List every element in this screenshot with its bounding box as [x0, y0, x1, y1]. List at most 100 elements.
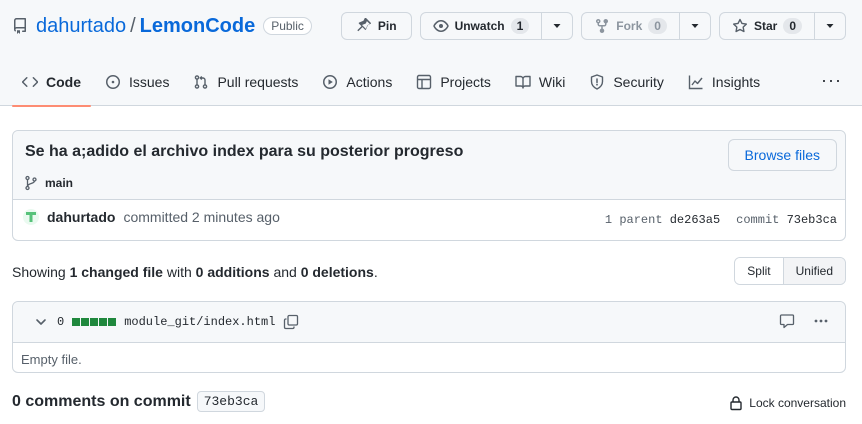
file-actions	[779, 313, 829, 329]
book-icon	[515, 74, 531, 90]
unwatch-label: Unwatch	[454, 19, 505, 33]
kebab-horizontal-icon[interactable]	[813, 313, 829, 329]
tab-label: Insights	[711, 74, 761, 90]
star-icon	[732, 18, 748, 34]
graph-icon	[688, 74, 704, 90]
caret-down-icon	[552, 21, 562, 31]
commit-sha-row: 1 parent de263a5 commit 73eb3ca	[605, 213, 837, 227]
unwatch-dropdown[interactable]	[541, 13, 572, 39]
file-body: Empty file.	[21, 352, 82, 367]
comment-icon[interactable]	[779, 313, 795, 329]
fork-button[interactable]: Fork 0	[581, 12, 711, 40]
tab-security[interactable]: Security	[579, 58, 674, 106]
fork-label: Fork	[616, 19, 643, 33]
tab-issues[interactable]: Issues	[95, 58, 179, 106]
tab-pull-requests[interactable]: Pull requests	[183, 58, 308, 106]
eye-icon	[432, 18, 449, 34]
comments-sha: 73eb3ca	[196, 391, 266, 412]
issue-icon	[105, 74, 121, 90]
file-path-link[interactable]: module_git/index.html	[124, 315, 275, 329]
commit-author[interactable]: dahurtado	[47, 209, 115, 225]
parent-sha-link[interactable]: de263a5	[670, 213, 720, 227]
repo-owner-link[interactable]: dahurtado	[36, 15, 126, 38]
caret-down-icon	[690, 21, 700, 31]
commit-title: Se ha a;adido el archivo index para su p…	[25, 143, 464, 160]
fork-icon	[594, 18, 610, 34]
git-branch-icon	[23, 175, 39, 191]
stats-with: with	[166, 264, 192, 280]
visibility-badge: Public	[263, 17, 312, 35]
tab-label: Actions	[346, 74, 393, 90]
tab-label: Wiki	[538, 74, 566, 90]
pull-request-icon	[193, 74, 209, 90]
stats-deletions: 0 deletions	[300, 264, 374, 280]
tab-label: Pull requests	[217, 74, 299, 90]
commit-meta: dahurtado committed 2 minutes ago	[23, 209, 280, 225]
comments-label: 0 comments on commit	[12, 392, 191, 410]
commit-action-text: committed 2 minutes ago	[123, 209, 280, 225]
repo-icon	[12, 18, 28, 34]
diffstat-bar	[72, 318, 117, 326]
lock-conversation-button[interactable]: Lock conversation	[728, 395, 846, 411]
repo-header: dahurtado / LemonCode Public Pin Unwatch…	[0, 0, 862, 107]
branch-label[interactable]: main	[23, 175, 73, 191]
tab-projects[interactable]: Projects	[406, 58, 501, 106]
stats-period: .	[373, 264, 378, 280]
file-header: 0 module_git/index.html	[13, 302, 845, 343]
pin-label: Pin	[377, 19, 397, 33]
lock-icon	[728, 395, 744, 411]
repo-nav: Code Issues Pull requests Actions Projec…	[12, 58, 774, 107]
tab-label: Projects	[440, 74, 491, 90]
more-icon[interactable]: ···	[821, 70, 842, 91]
tab-wiki[interactable]: Wiki	[505, 58, 575, 106]
diffstat-block	[81, 318, 90, 326]
stats-additions: 0 additions	[195, 264, 270, 280]
diffstat-block	[99, 318, 108, 326]
repo-separator: /	[130, 14, 136, 37]
fork-dropdown[interactable]	[678, 13, 710, 39]
caret-down-icon	[825, 21, 835, 31]
fork-count: 0	[648, 18, 667, 34]
unwatch-count: 1	[510, 18, 530, 34]
pin-button[interactable]: Pin	[340, 12, 412, 40]
tab-actions[interactable]: Actions	[312, 58, 402, 106]
code-icon	[22, 74, 38, 90]
repo-name-link[interactable]: LemonCode	[140, 15, 256, 38]
commit-sha: 73eb3ca	[786, 213, 837, 227]
split-button[interactable]: Split	[735, 258, 783, 284]
pin-icon	[356, 18, 372, 34]
stats-and: and	[273, 264, 297, 280]
unwatch-button[interactable]: Unwatch 1	[419, 12, 574, 40]
browse-files-button[interactable]: Browse files	[727, 139, 837, 171]
diffstat-block	[108, 318, 117, 326]
repo-actions: Pin Unwatch 1 Fork 0 Star 0	[340, 12, 846, 40]
lock-label: Lock conversation	[749, 396, 846, 410]
commit-label: commit	[736, 213, 780, 227]
comments-header: 0 comments on commit 73eb3ca	[12, 391, 266, 412]
play-icon	[322, 74, 338, 90]
shield-icon	[589, 74, 605, 90]
commit-header: Se ha a;adido el archivo index para su p…	[13, 131, 845, 200]
table-icon	[416, 74, 432, 90]
repo-title: dahurtado / LemonCode Public	[12, 12, 312, 40]
file-change-count: 0	[57, 315, 65, 329]
avatar[interactable]	[23, 209, 39, 225]
chevron-down-icon[interactable]	[33, 314, 49, 330]
file-diff: 0 module_git/index.html Empty file.	[12, 301, 846, 373]
tab-label: Code	[46, 74, 81, 90]
stats-showing: Showing	[12, 264, 66, 280]
tab-insights[interactable]: Insights	[678, 58, 770, 106]
branch-name: main	[45, 176, 74, 190]
tab-label: Issues	[129, 74, 170, 90]
unified-button[interactable]: Unified	[782, 258, 845, 284]
diffstat-block	[90, 318, 99, 326]
stats-files: 1 changed file	[69, 264, 163, 280]
parent-label: 1 parent	[604, 213, 663, 227]
copy-icon[interactable]	[283, 314, 299, 330]
star-label: Star	[753, 19, 778, 33]
diff-view-toggle: Split Unified	[734, 257, 846, 285]
star-button[interactable]: Star 0	[718, 12, 846, 40]
tab-code[interactable]: Code	[12, 58, 91, 107]
star-dropdown[interactable]	[814, 13, 845, 39]
tab-label: Security	[613, 74, 664, 90]
